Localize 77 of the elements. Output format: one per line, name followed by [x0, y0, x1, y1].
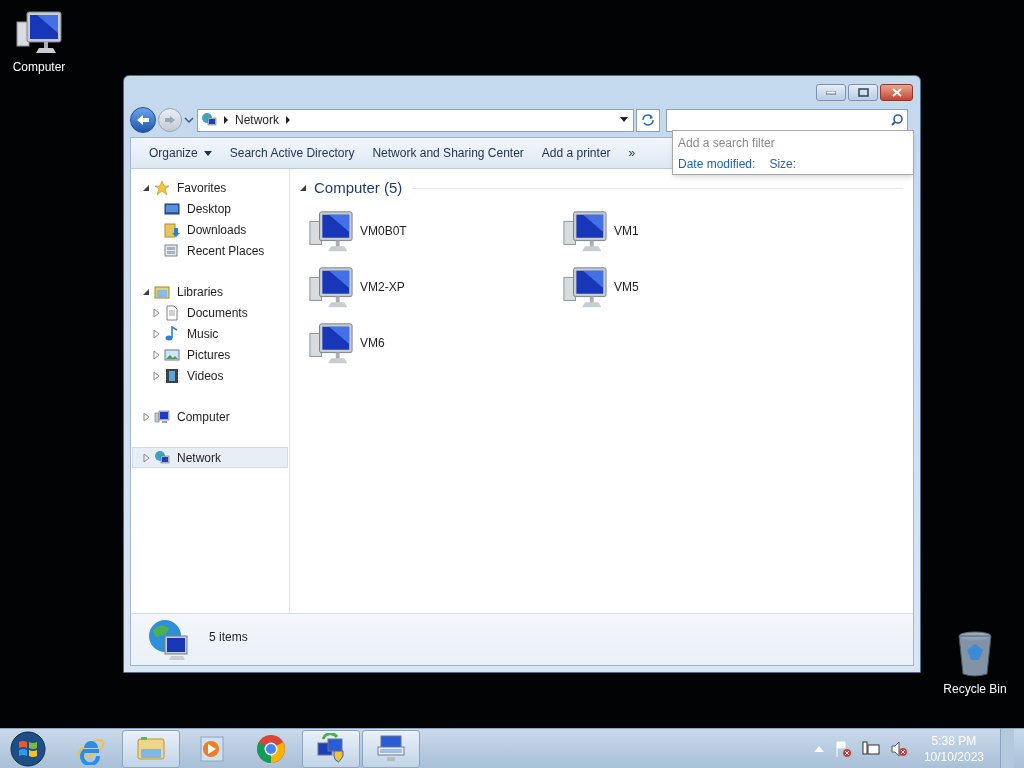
refresh-button[interactable]	[636, 108, 660, 132]
close-icon	[891, 88, 902, 97]
back-arrow-icon	[136, 114, 150, 126]
tree-item[interactable]: Recent Places	[132, 240, 288, 261]
computer-icon	[308, 320, 354, 366]
film-icon	[164, 367, 180, 384]
search-filter-link[interactable]: Size:	[769, 155, 797, 173]
picture-icon	[164, 346, 180, 363]
toolbar-button[interactable]: Network and Sharing Center	[364, 141, 532, 165]
breadcrumb[interactable]: Network	[235, 111, 279, 129]
address-bar[interactable]: Network	[197, 108, 634, 132]
caret-icon	[203, 150, 212, 156]
recycle-bin-icon	[955, 630, 995, 678]
music-note-icon	[164, 325, 180, 342]
muted-speaker-icon[interactable]	[889, 739, 908, 758]
breadcrumb-arrow-icon	[285, 116, 291, 124]
network-icon	[201, 112, 217, 128]
back-button[interactable]	[130, 107, 156, 133]
tree-item[interactable]: Videos	[132, 365, 288, 386]
tree-item[interactable]: Libraries	[132, 281, 288, 302]
computer-icon	[308, 264, 354, 310]
minimize-button[interactable]	[816, 84, 846, 101]
taskbar-button[interactable]	[302, 729, 360, 768]
desktop-icon-label[interactable]: Recycle Bin	[943, 680, 1007, 698]
computer-icon	[562, 208, 608, 254]
tree-item[interactable]: Favorites	[132, 177, 288, 198]
desktop-icon-label[interactable]: Computer	[12, 58, 66, 76]
libraries-icon	[154, 283, 170, 300]
network-computer-icon[interactable]	[861, 739, 880, 758]
flag-warning-icon[interactable]	[833, 739, 852, 758]
recent-places-icon	[164, 242, 180, 259]
taskbar-button[interactable]	[362, 729, 420, 768]
tree-item[interactable]: Pictures	[132, 344, 288, 365]
network-device-item[interactable]: VM6	[308, 315, 562, 371]
chrome-icon	[255, 732, 287, 765]
computer-icon	[562, 264, 608, 310]
more-button[interactable]: »	[620, 141, 644, 165]
tree-item[interactable]: Music	[132, 323, 288, 344]
network-globe-icon	[147, 618, 191, 662]
document-icon	[164, 304, 180, 321]
forward-arrow-icon	[164, 115, 176, 125]
close-button[interactable]	[880, 84, 913, 101]
toolbar-button[interactable]: Search Active Directory	[221, 141, 363, 165]
computers-shield-icon	[315, 732, 347, 765]
maximize-button[interactable]	[848, 84, 878, 101]
computer-icon	[15, 8, 63, 56]
tree-item[interactable]: Downloads	[132, 219, 288, 240]
computer-icon	[308, 208, 354, 254]
popup-title: Add a search filter	[678, 135, 776, 152]
folder-icon	[164, 221, 180, 238]
toolbar-button[interactable]: Add a printer	[533, 141, 619, 165]
dropdown-arrow-icon[interactable]	[619, 117, 629, 123]
tree-item[interactable]: Computer	[132, 406, 288, 427]
tree-item[interactable]: Desktop	[132, 198, 288, 219]
network-device-item[interactable]: VM0B0T	[308, 203, 562, 259]
minimize-icon	[826, 90, 836, 95]
search-icon	[891, 114, 903, 126]
group-header[interactable]: Computer (5)	[314, 176, 403, 200]
tree-item[interactable]: Documents	[132, 302, 288, 323]
search-filter-link[interactable]: Date modified:	[678, 155, 756, 173]
desktop-icon	[164, 200, 180, 217]
toolbar-button[interactable]: Organize	[141, 141, 220, 165]
restore-icon	[857, 88, 869, 97]
item-count: 5 items	[209, 629, 248, 646]
star-icon	[154, 179, 170, 196]
network-device-item[interactable]: VM1	[562, 203, 816, 259]
search-field[interactable]	[666, 108, 908, 132]
computer-icon	[154, 408, 170, 425]
history-dropdown-icon[interactable]	[184, 116, 194, 124]
refresh-arrows-icon	[641, 114, 655, 126]
network-device-item[interactable]: VM5	[562, 259, 816, 315]
tree-item[interactable]: Network	[132, 447, 288, 468]
network-icon	[154, 449, 170, 466]
network-device-item[interactable]: VM2-XP	[308, 259, 562, 315]
windows-orb-icon	[10, 730, 46, 767]
breadcrumb-arrow-icon	[223, 116, 229, 124]
expander-icon[interactable]	[298, 183, 308, 193]
